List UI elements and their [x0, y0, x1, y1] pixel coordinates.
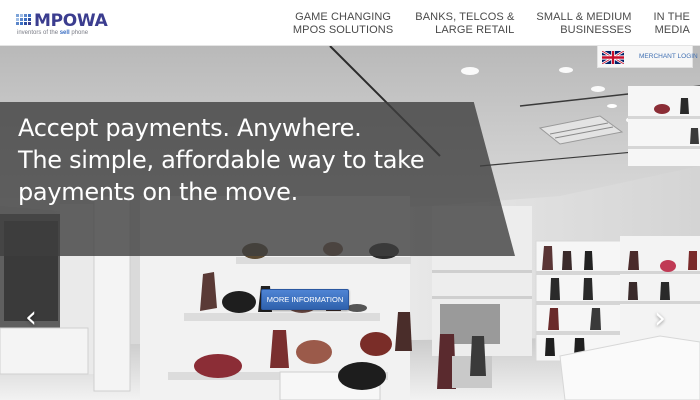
headline-line-3: payments on the move. [18, 178, 298, 206]
uk-flag-icon[interactable] [602, 51, 624, 64]
headline-line-1: Accept payments. Anywhere. [18, 114, 362, 142]
main-nav: GAME CHANGING MPOS SOLUTIONS BANKS, TELC… [293, 11, 690, 37]
merchant-login-link[interactable]: MERCHANT LOGIN [639, 53, 698, 60]
nav-item-small-medium-businesses[interactable]: SMALL & MEDIUM BUSINESSES [536, 11, 631, 37]
headline-line-2: The simple, affordable way to take [18, 146, 425, 174]
mpowa-logo[interactable]: MPOWA inventors of the sell phone [16, 11, 122, 38]
logo-tagline-suffix: phone [69, 30, 89, 36]
logo-tagline-prefix: inventors of the [17, 30, 60, 36]
nav-item-in-the-media[interactable]: IN THE MEDIA [654, 11, 690, 37]
login-bar: MERCHANT LOGIN [597, 46, 698, 68]
chevron-left-icon[interactable]: ‹ [25, 303, 37, 333]
nav-item-banks-telcos-retail[interactable]: BANKS, TELCOS & LARGE RETAIL [415, 11, 514, 37]
logo-wordmark: MPOWA [34, 11, 108, 31]
chevron-right-icon[interactable]: › [654, 304, 666, 334]
logo-tagline-highlight: sell [59, 30, 70, 36]
hero-banner: Accept payments. Anywhere. The simple, a… [0, 46, 700, 400]
site-header: MPOWA inventors of the sell phone GAME C… [0, 0, 700, 46]
hero-headline: Accept payments. Anywhere. The simple, a… [18, 112, 425, 208]
nav-item-mpos-solutions[interactable]: GAME CHANGING MPOS SOLUTIONS [293, 11, 393, 37]
logo-tagline: inventors of the sell phone [17, 30, 88, 36]
more-information-button[interactable]: MORE INFORMATION [261, 289, 349, 310]
